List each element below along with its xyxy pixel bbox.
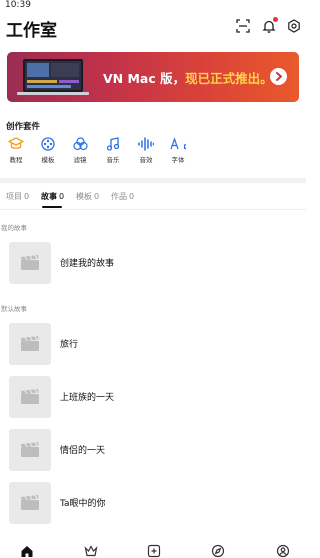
story-item[interactable]: 上班族的一天: [9, 376, 299, 420]
settings-icon[interactable]: [287, 18, 301, 33]
banner-text-main: VN Mac 版，: [103, 71, 186, 86]
tool-label: 音效: [139, 156, 153, 164]
active-tab-indicator: [42, 206, 62, 208]
story-name: Ta眼中的你: [60, 499, 106, 509]
tool-font[interactable]: 字体: [165, 137, 191, 164]
music-note-icon: [106, 137, 120, 151]
tab-label: 故事: [41, 192, 57, 201]
chevron-right-icon: [276, 72, 282, 81]
story-name: 情侣的一天: [60, 446, 106, 456]
status-time: 10:39: [5, 0, 31, 10]
banner-arrow-button[interactable]: [270, 68, 287, 85]
crown-icon[interactable]: [84, 543, 98, 557]
story-thumbnail: [9, 429, 51, 471]
toolkit-row: 教程 模板 滤镜 音乐 音效 字体: [0, 137, 306, 169]
clapperboard-icon: [21, 255, 39, 270]
bottom-nav: [0, 540, 306, 558]
font-aa-icon: [170, 137, 186, 150]
tab-label: 模板: [76, 192, 92, 201]
toolkit-title: 创作套件: [6, 122, 41, 132]
tab-count: 0: [24, 192, 30, 201]
notification-dot: [273, 17, 278, 22]
tool-label: 模板: [41, 156, 55, 164]
tab-templates[interactable]: 模板 0: [76, 191, 99, 202]
tool-music[interactable]: 音乐: [100, 137, 126, 164]
create-story-item[interactable]: 创建我的故事: [9, 242, 299, 286]
sound-wave-icon: [138, 137, 154, 151]
clapperboard-icon: [21, 336, 39, 351]
section-divider: [0, 178, 306, 183]
story-name: 创建我的故事: [60, 259, 115, 269]
tab-count: 0: [94, 192, 100, 201]
film-reel-icon: [41, 137, 55, 151]
story-thumbnail: [9, 323, 51, 365]
add-square-icon[interactable]: [147, 543, 161, 558]
compass-icon[interactable]: [211, 543, 225, 558]
tab-works[interactable]: 作品 0: [111, 191, 134, 202]
tool-label: 教程: [9, 156, 23, 164]
tab-stories[interactable]: 故事 0: [41, 191, 64, 202]
filter-circles-icon: [72, 137, 88, 151]
tool-sound-effect[interactable]: 音效: [133, 137, 159, 164]
clapperboard-icon: [21, 442, 39, 457]
story-thumbnail: [9, 482, 51, 524]
profile-icon[interactable]: [276, 543, 290, 558]
tool-filter[interactable]: 滤镜: [67, 137, 93, 164]
default-stories-label: 默认故事: [1, 305, 27, 313]
promo-banner[interactable]: VN Mac 版，现已正式推出。: [7, 52, 299, 102]
story-item[interactable]: Ta眼中的你: [9, 482, 299, 526]
status-bar: 10:39: [0, 0, 306, 12]
page-title: 工作室: [6, 21, 57, 41]
story-thumbnail: [9, 376, 51, 418]
scan-icon[interactable]: [236, 18, 250, 33]
tab-projects[interactable]: 项目 0: [6, 191, 29, 202]
tab-label: 项目: [6, 192, 22, 201]
banner-text: VN Mac 版，现已正式推出。: [103, 68, 273, 87]
home-icon[interactable]: [20, 543, 34, 557]
tool-label: 滤镜: [73, 156, 87, 164]
bell-icon[interactable]: [262, 17, 278, 33]
header: 工作室: [0, 12, 306, 42]
laptop-image-icon: [17, 59, 89, 95]
tool-label: 字体: [171, 156, 185, 164]
clapperboard-icon: [21, 495, 39, 510]
tool-template[interactable]: 模板: [35, 137, 61, 164]
content-tabs: 项目 0 故事 0 模板 0 作品 0: [0, 188, 306, 210]
tool-label: 音乐: [106, 156, 120, 164]
graduation-cap-icon: [8, 137, 24, 149]
tab-count: 0: [59, 192, 65, 201]
tab-count: 0: [129, 192, 135, 201]
banner-text-highlight: 现已正式推出。: [185, 71, 273, 86]
story-name: 旅行: [60, 340, 79, 350]
story-item[interactable]: 旅行: [9, 323, 299, 367]
story-name: 上班族的一天: [60, 393, 115, 403]
story-item[interactable]: 情侣的一天: [9, 429, 299, 473]
my-stories-label: 我的故事: [1, 224, 27, 232]
tab-label: 作品: [111, 192, 127, 201]
story-thumbnail: [9, 242, 51, 284]
tool-tutorial[interactable]: 教程: [3, 137, 29, 164]
clapperboard-icon: [21, 389, 39, 404]
